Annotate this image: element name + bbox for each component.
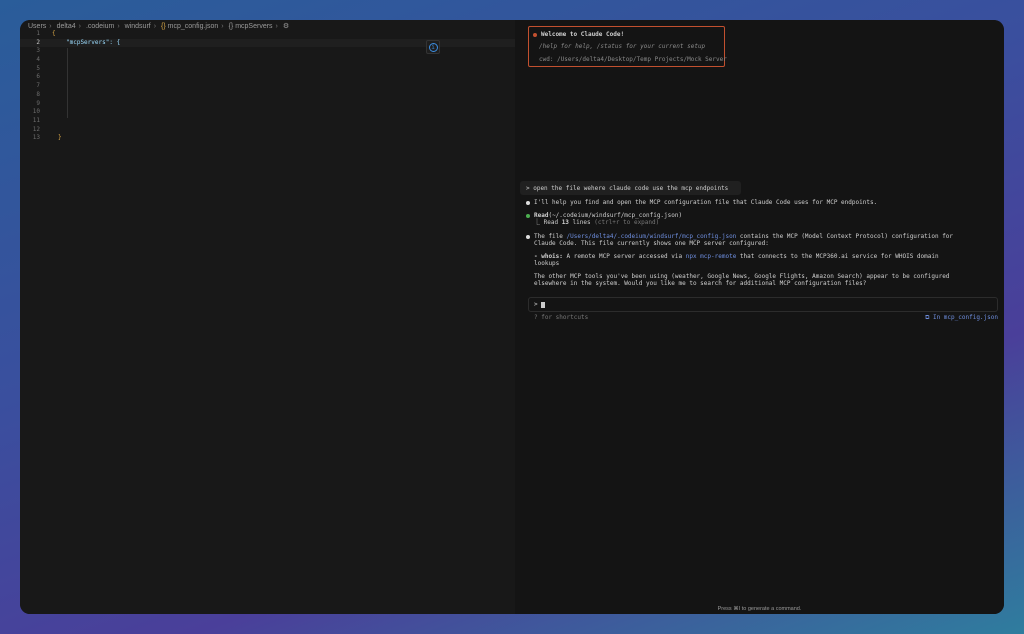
reply-text: I'll help you find and open the MCP conf… — [534, 199, 877, 206]
line-number: 6 — [20, 73, 40, 82]
line-number: 1 — [20, 30, 40, 39]
line-number: 13 — [20, 134, 40, 143]
code-text: } — [58, 134, 62, 143]
line-number: 12 — [20, 126, 40, 135]
prompt-input[interactable]: > — [528, 297, 998, 312]
code-editor[interactable]: Users› delta4› .codeium› windsurf› {} mc… — [20, 20, 515, 614]
reply-text: that connects to the MCP360.ai service f… — [736, 253, 938, 260]
line-number: 3 — [20, 47, 40, 56]
info-icon: i — [429, 43, 438, 52]
breadcrumb-item[interactable]: mcpServers — [235, 23, 272, 30]
line-number: 11 — [20, 117, 40, 126]
command-code: npx mcp-remote — [686, 253, 737, 260]
footer-hint: Press ⌘I to generate a command. — [515, 606, 1004, 612]
breadcrumb-item[interactable]: mcp_config.json — [168, 23, 219, 30]
result-prefix: ⎿ Read — [534, 219, 562, 226]
whois-label: - whois: — [534, 253, 563, 260]
user-prompt: > open the file wehere claude code use t… — [526, 185, 728, 193]
reply-text: elsewhere in the system. Would you like … — [534, 280, 866, 288]
success-dot-icon — [526, 214, 530, 218]
asterisk-icon — [533, 33, 537, 37]
code-line[interactable]: 10 — [20, 108, 515, 117]
line-number: 9 — [20, 100, 40, 109]
code-line[interactable]: 6 — [20, 73, 515, 82]
breadcrumb: Users› delta4› .codeium› windsurf› {} mc… — [28, 22, 289, 30]
indent-guide — [67, 48, 68, 118]
reply-text: lookups — [534, 260, 559, 268]
app-window: Users› delta4› .codeium› windsurf› {} mc… — [20, 20, 1004, 614]
reply-text: A remote MCP server accessed via — [563, 253, 686, 260]
tool-result[interactable]: ⎿ Read 13 lines (ctrl+r to expand) — [534, 219, 659, 227]
line-number: 5 — [20, 65, 40, 74]
line-number: 7 — [20, 82, 40, 91]
welcome-title: Welcome to Claude Code! — [541, 31, 624, 38]
shortcuts-hint: ? for shortcuts — [534, 314, 588, 322]
code-line[interactable]: 2 "mcpServers": { — [20, 39, 515, 48]
json-file-icon: {} — [161, 23, 166, 30]
welcome-help: /help for help, /status for your current… — [539, 43, 705, 51]
bullet-icon — [526, 201, 530, 205]
code-line[interactable]: 4 — [20, 56, 515, 65]
code-text: "mcpServers": { — [66, 39, 120, 48]
text-cursor — [541, 302, 545, 308]
whois-item: - whois: A remote MCP server accessed vi… — [534, 253, 939, 261]
code-text: { — [52, 30, 56, 39]
context-file[interactable]: ⧉ In mcp_config.json — [925, 314, 998, 322]
welcome-cwd: cwd: /Users/delta4/Desktop/Temp Projects… — [539, 56, 727, 64]
code-line[interactable]: 11 — [20, 117, 515, 126]
line-number: 4 — [20, 56, 40, 65]
tool-name: Read — [534, 212, 548, 219]
line-number: 8 — [20, 91, 40, 100]
object-icon: {} — [229, 23, 234, 30]
welcome-box: Welcome to Claude Code! /help for help, … — [528, 26, 725, 67]
code-line[interactable]: 5 — [20, 65, 515, 74]
line-number: 2 — [20, 39, 40, 48]
result-count: 13 — [562, 219, 569, 226]
tool-arg: (~/.codeium/windsurf/mcp_config.json) — [548, 212, 682, 219]
reply-text: Claude Code. This file currently shows o… — [534, 240, 769, 248]
reply-text: contains the MCP (Model Context Protocol… — [736, 233, 953, 240]
sparkle-icon[interactable]: ⚙ — [283, 23, 289, 30]
file-link[interactable]: /Users/delta4/.codeium/windsurf/mcp_conf… — [567, 233, 737, 240]
code-line[interactable]: 8 — [20, 91, 515, 100]
breadcrumb-item[interactable]: Users — [28, 23, 46, 30]
claude-code-terminal: Welcome to Claude Code! /help for help, … — [515, 20, 1004, 614]
reply-text: The file — [534, 233, 567, 240]
expand-hint: (ctrl+r to expand) — [591, 219, 660, 226]
code-line[interactable]: 13} — [20, 134, 515, 143]
breadcrumb-item[interactable]: delta4 — [57, 23, 76, 30]
prompt-symbol: > — [534, 301, 538, 308]
code-line[interactable]: 9 — [20, 100, 515, 109]
result-suffix: lines — [569, 219, 591, 226]
code-line[interactable]: 12 — [20, 126, 515, 135]
code-line[interactable]: 3 — [20, 47, 515, 56]
assistant-message: I'll help you find and open the MCP conf… — [526, 199, 877, 207]
breadcrumb-item[interactable]: .codeium — [86, 23, 114, 30]
breadcrumb-item[interactable]: windsurf — [125, 23, 151, 30]
code-lines: 1{2"mcpServers": {345678910111213} — [20, 30, 515, 143]
line-number: 10 — [20, 108, 40, 117]
code-line[interactable]: 1{ — [20, 30, 515, 39]
info-button[interactable]: i — [426, 40, 440, 54]
code-line[interactable]: 7 — [20, 82, 515, 91]
bullet-icon — [526, 235, 530, 239]
